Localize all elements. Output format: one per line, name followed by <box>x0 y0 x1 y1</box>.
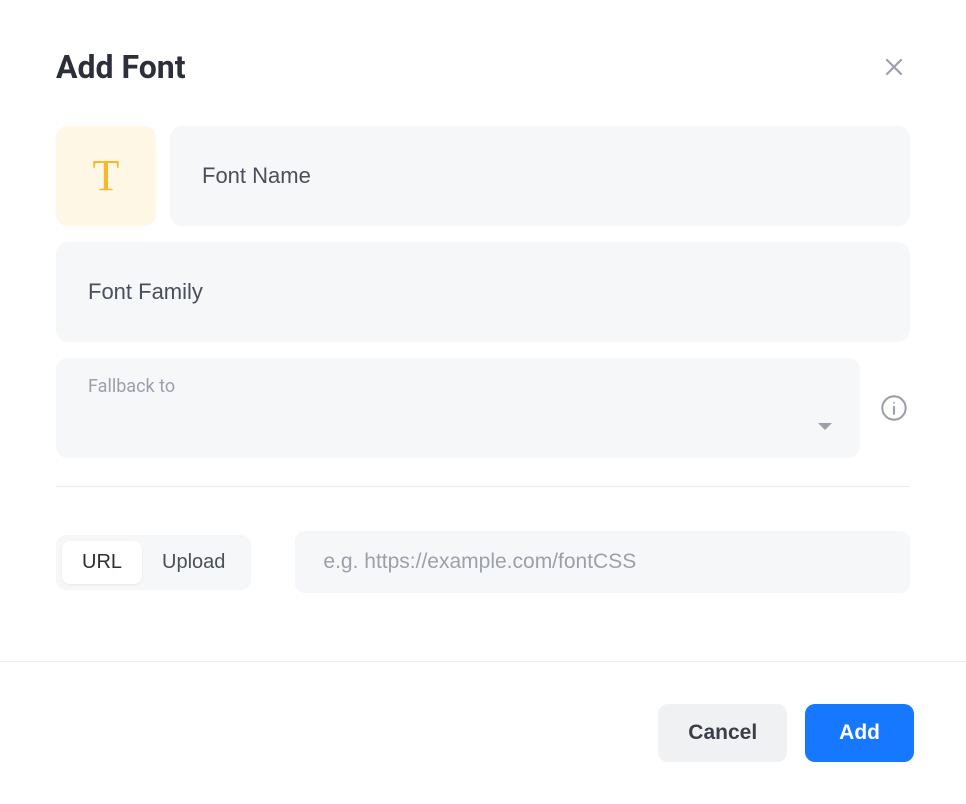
font-type-icon: T <box>93 154 120 198</box>
fallback-info-button[interactable] <box>878 392 910 424</box>
source-tabs: URL Upload <box>56 535 251 590</box>
font-family-input[interactable] <box>56 242 910 342</box>
fallback-select[interactable]: Fallback to <box>56 358 860 458</box>
divider <box>56 486 910 487</box>
font-name-input[interactable] <box>170 126 910 226</box>
tab-url[interactable]: URL <box>62 541 142 584</box>
font-icon-box: T <box>56 126 156 226</box>
add-font-modal: Add Font T Fallback to <box>0 0 966 804</box>
font-name-row: T <box>56 126 910 226</box>
cancel-button[interactable]: Cancel <box>658 704 787 762</box>
font-url-input[interactable] <box>295 531 910 593</box>
info-icon <box>880 394 908 422</box>
modal-header: Add Font <box>56 48 910 86</box>
chevron-down-icon <box>818 423 832 430</box>
fallback-row: Fallback to <box>56 358 910 458</box>
modal-body: Add Font T Fallback to <box>0 0 966 661</box>
modal-title: Add Font <box>56 48 186 86</box>
close-button[interactable] <box>878 51 910 83</box>
tab-upload[interactable]: Upload <box>142 541 245 584</box>
modal-footer: Cancel Add <box>0 661 966 804</box>
fallback-label: Fallback to <box>88 376 175 397</box>
close-icon <box>882 55 906 79</box>
add-button[interactable]: Add <box>805 704 914 762</box>
font-source-row: URL Upload <box>56 531 910 593</box>
